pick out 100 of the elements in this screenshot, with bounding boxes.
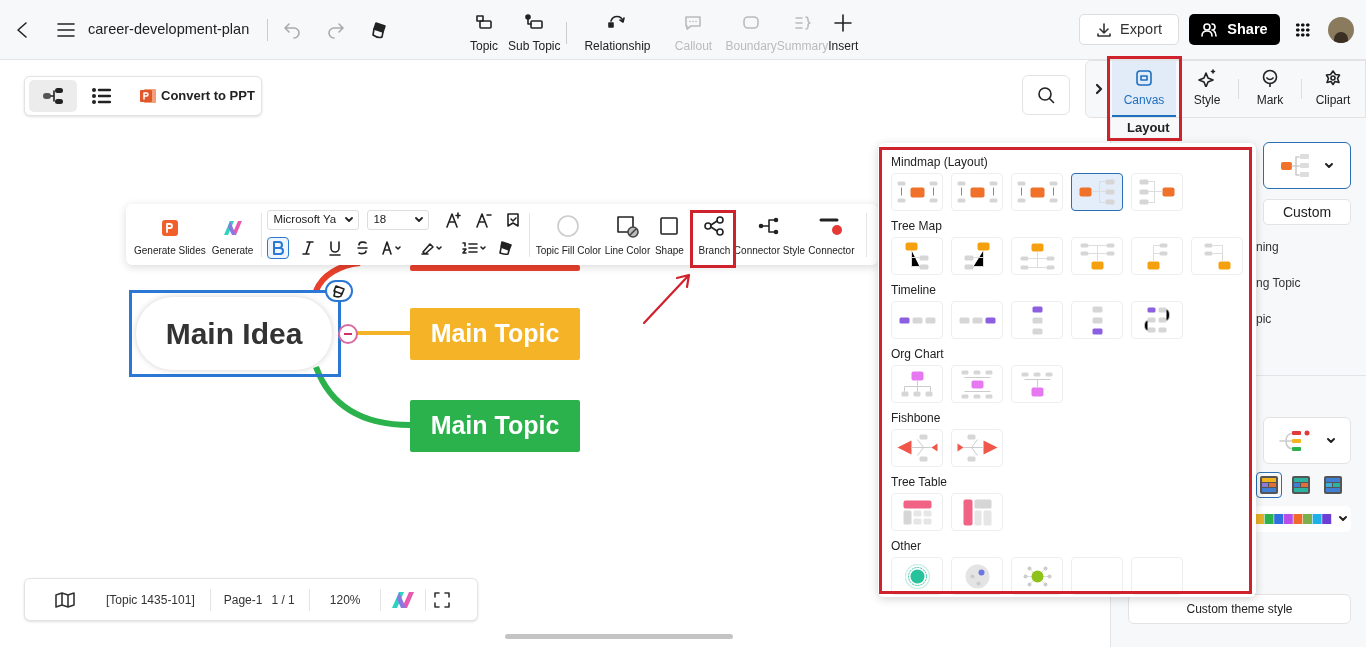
layout-thumbnail-icon xyxy=(1079,242,1115,270)
text-color-button[interactable] xyxy=(381,240,404,256)
format-action-button[interactable]: Shape xyxy=(652,204,687,265)
canvas-icon xyxy=(1135,69,1153,87)
side-tab[interactable]: Clipart xyxy=(1302,61,1364,117)
underline-icon xyxy=(327,240,344,256)
font-decrease-icon xyxy=(475,211,494,229)
document-title[interactable]: career-development-plan xyxy=(88,18,250,41)
table-palette-icon xyxy=(1291,475,1311,495)
numbering-button[interactable] xyxy=(461,240,488,256)
toolbar-button[interactable]: Sub Topic xyxy=(508,0,561,60)
topic-info: [Topic 1435-101] xyxy=(106,591,195,609)
bold-icon xyxy=(271,241,286,255)
circle-icon xyxy=(556,214,581,238)
export-button[interactable]: Export xyxy=(1079,14,1179,45)
layout-thumbnail-icon xyxy=(1031,305,1043,335)
plus-icon xyxy=(833,13,854,33)
strikethrough-icon xyxy=(354,240,371,256)
numbered-list-icon xyxy=(461,240,488,256)
collapse-toggle[interactable] xyxy=(338,324,358,344)
layout-thumbnail-icon xyxy=(1144,307,1170,333)
chevron-down-icon xyxy=(415,216,424,224)
style-badge[interactable] xyxy=(325,280,353,302)
page-label[interactable]: Page-1 xyxy=(223,590,263,609)
chevron-down-icon xyxy=(1324,160,1334,171)
side-tab[interactable]: Canvas xyxy=(1112,61,1176,117)
layout-group-title: Fishbone xyxy=(891,411,942,426)
custom-button[interactable]: Custom xyxy=(1263,199,1351,225)
font-size-select[interactable]: 18 xyxy=(367,210,430,230)
option-label: pic xyxy=(1256,311,1273,327)
layout-thumbnail-icon xyxy=(896,181,938,203)
apps-button[interactable] xyxy=(1294,20,1312,39)
strikethrough-button[interactable] xyxy=(354,240,371,256)
layout-group-title: Other xyxy=(891,539,922,554)
bookmark-button[interactable] xyxy=(505,212,522,228)
clear-format-button[interactable] xyxy=(498,240,515,256)
custom-theme-button[interactable]: Custom theme style xyxy=(1128,594,1351,624)
layout-group-title: Org Chart xyxy=(891,347,945,362)
layout-group-title: Tree Map xyxy=(891,219,943,234)
section-label: Layout xyxy=(1127,119,1170,137)
generate-button[interactable]: Generate xyxy=(211,219,254,258)
horizontal-scrollbar[interactable] xyxy=(505,634,733,639)
decrease-font-button[interactable] xyxy=(475,211,494,229)
ai-logo-icon xyxy=(221,219,244,237)
bookmark-check-icon xyxy=(505,212,522,228)
chevron-down-icon xyxy=(1338,514,1348,524)
layout-thumbnail-icon xyxy=(904,563,930,589)
highlight-button[interactable] xyxy=(420,240,445,256)
text-color-icon xyxy=(381,240,404,256)
view-mode-tab[interactable] xyxy=(29,80,77,112)
layout-thumbnail-icon xyxy=(1021,371,1053,397)
side-tab[interactable]: Style xyxy=(1176,61,1238,117)
layout-thumbnail-icon xyxy=(961,369,993,399)
layout-group-title: Tree Table xyxy=(891,475,949,490)
italic-button[interactable] xyxy=(300,240,317,256)
frame-icon xyxy=(615,214,640,238)
search-button[interactable] xyxy=(1022,75,1070,115)
download-icon xyxy=(1096,21,1113,38)
format-action-button[interactable]: Branch xyxy=(696,204,733,265)
italic-icon xyxy=(300,240,317,256)
toolbar-button[interactable]: Topic xyxy=(460,0,508,60)
ai-button[interactable] xyxy=(389,589,416,610)
fullscreen-button[interactable] xyxy=(432,590,451,609)
color-swatches-icon xyxy=(1255,514,1333,524)
palette-option[interactable] xyxy=(1256,472,1282,498)
chevron-down-icon xyxy=(345,216,354,224)
convert-to-ppt-button[interactable]: Convert to PPT xyxy=(139,86,255,106)
format-action-button[interactable]: Topic Fill Color xyxy=(534,204,603,265)
font-increase-icon xyxy=(445,211,464,229)
topic-node[interactable] xyxy=(410,265,580,271)
speech-bubble-icon xyxy=(683,13,704,33)
central-topic[interactable]: Main Idea xyxy=(136,297,332,370)
format-action-button[interactable]: Line Color xyxy=(602,204,653,265)
map-icon xyxy=(55,590,75,609)
layout-dropdown[interactable] xyxy=(1263,142,1351,189)
table-palette-icon xyxy=(1323,475,1343,495)
toolbar-button[interactable]: Insert xyxy=(828,0,859,60)
zoom-level[interactable]: 120% xyxy=(329,590,361,609)
fullscreen-icon xyxy=(432,590,451,609)
theme-dropdown[interactable] xyxy=(1263,417,1351,464)
option-label: ning xyxy=(1256,239,1280,255)
increase-font-button[interactable] xyxy=(445,211,464,229)
bold-button[interactable] xyxy=(267,237,290,259)
format-action-button[interactable]: Connector xyxy=(806,204,857,265)
font-family-select[interactable]: Microsoft Ya xyxy=(267,210,360,230)
toolbar-button[interactable]: Relationship xyxy=(573,0,662,60)
share-button[interactable]: Share xyxy=(1189,14,1280,45)
generate-slides-button[interactable]: Generate Slides xyxy=(134,219,206,258)
side-tab[interactable]: Mark xyxy=(1239,61,1301,117)
minimap-button[interactable] xyxy=(55,590,75,609)
user-avatar[interactable] xyxy=(1328,16,1354,43)
page-count: 1 / 1 xyxy=(271,591,295,609)
underline-button[interactable] xyxy=(327,240,344,256)
layout-thumbnail-icon xyxy=(1091,305,1103,335)
layout-thumbnail-icon xyxy=(1022,565,1052,587)
layout-thumbnail-icon xyxy=(958,316,996,324)
presentation-icon xyxy=(139,87,157,105)
ai-logo-icon xyxy=(389,589,416,610)
layout-thumbnail-icon xyxy=(902,499,932,525)
layout-thumbnail-icon xyxy=(964,563,990,589)
